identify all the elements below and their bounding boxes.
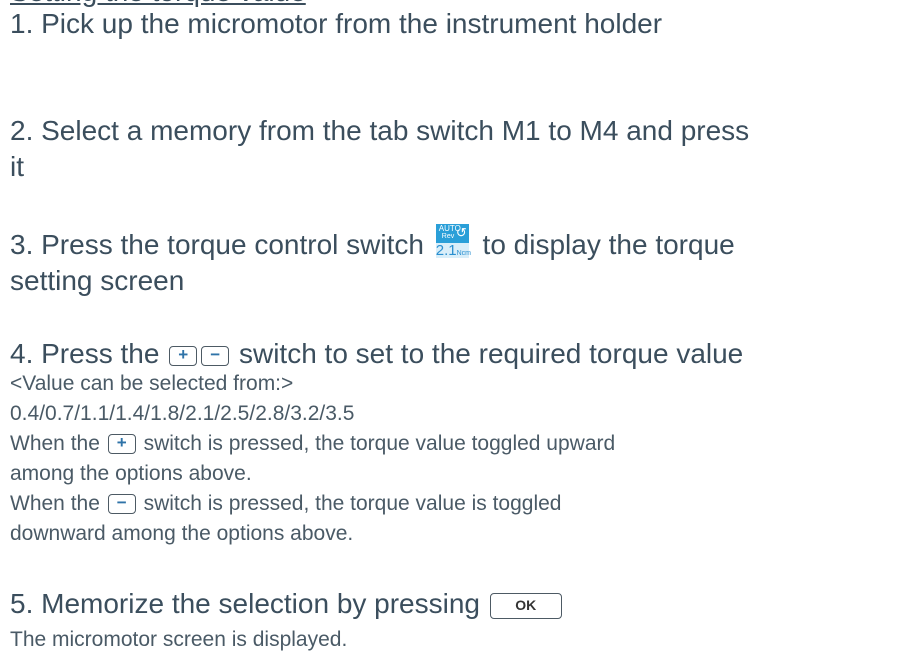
- plus-key-icon: +: [107, 434, 136, 455]
- torque-icon-unit: Ncm: [456, 250, 472, 257]
- step-2: 2. Select a memory from the tab switch M…: [10, 113, 900, 185]
- step-4-text-after: switch to set to the required torque val…: [238, 338, 744, 369]
- step-1-text: 1. Pick up the micromotor from the instr…: [10, 8, 663, 39]
- minus-key-icon: −: [107, 494, 136, 515]
- ok-key-icon: OK: [489, 592, 562, 619]
- plus-note-after: switch is pressed, the torque value togg…: [143, 432, 616, 455]
- step-3-text-before: 3. Press the torque control switch: [10, 229, 424, 260]
- step-4: 4. Press the + − switch to set to the req…: [10, 336, 900, 372]
- step-3-text-after: to display the torque: [482, 229, 735, 260]
- step-2-line-1: 2. Select a memory from the tab switch M…: [10, 115, 750, 146]
- minus-note-line-2: downward among the options above.: [10, 522, 354, 545]
- step-1: 1. Pick up the micromotor from the instr…: [10, 6, 900, 42]
- plus-key-icon: +: [169, 345, 198, 366]
- rotation-arrow-icon: ↺: [455, 225, 467, 240]
- minus-key-icon: −: [201, 345, 230, 366]
- step-5-text-before: 5. Memorize the selection by pressing: [10, 588, 480, 619]
- torque-control-icon: AUTO Rev ↺ 2.1Ncm: [435, 224, 472, 259]
- step-2-line-2: it: [10, 151, 24, 182]
- result-text: The micromotor screen is displayed.: [10, 628, 348, 651]
- step-3-line-2: setting screen: [10, 265, 185, 296]
- minus-note-before: When the: [10, 492, 100, 515]
- plus-note-line-2: among the options above.: [10, 462, 252, 485]
- step-5: 5. Memorize the selection by pressing OK: [10, 586, 900, 622]
- minus-note-after: switch is pressed, the torque value is t…: [143, 492, 562, 515]
- range-values: 0.4/0.7/1.1/1.4/1.8/2.1/2.5/2.8/3.2/3.5: [10, 402, 355, 425]
- step-3: 3. Press the torque control switch AUTO …: [10, 224, 900, 299]
- range-label: <Value can be selected from:>: [10, 372, 294, 395]
- plus-note-before: When the: [10, 432, 100, 455]
- step-4-text-before: 4. Press the: [10, 338, 160, 369]
- torque-icon-value: 2.1: [435, 242, 457, 259]
- torque-icon-rev: Rev: [441, 233, 455, 240]
- step-4-notes: <Value can be selected from:> 0.4/0.7/1.…: [10, 369, 900, 549]
- step-5-result: The micromotor screen is displayed.: [10, 625, 900, 655]
